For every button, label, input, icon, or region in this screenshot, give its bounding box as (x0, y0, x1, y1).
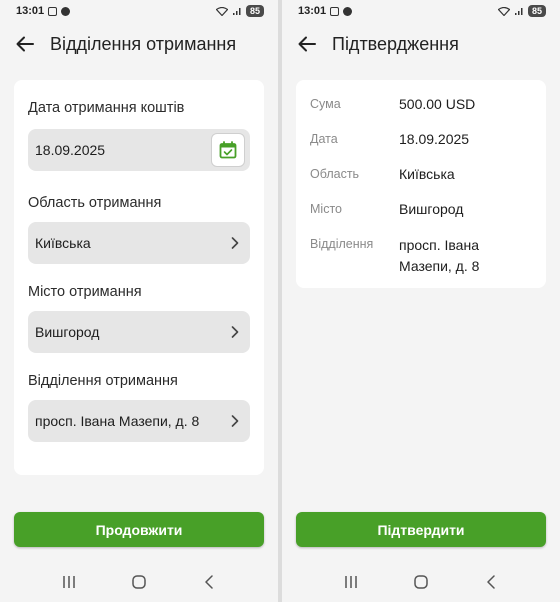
home-icon (132, 575, 146, 589)
summary-row-region: Область Київська (310, 165, 532, 183)
chevron-right-icon (228, 236, 242, 250)
confirmation-card: Сума 500.00 USD Дата 18.09.2025 Область … (296, 80, 546, 288)
branch-label: Відділення отримання (28, 373, 178, 389)
date-key: Дата (310, 132, 338, 146)
amount-key: Сума (310, 97, 341, 111)
summary-row-date: Дата 18.09.2025 (310, 130, 532, 148)
region-key: Область (310, 167, 360, 181)
wifi-icon (215, 6, 228, 16)
calendar-icon (219, 141, 237, 159)
system-nav-bar (282, 562, 560, 602)
battery-badge: 85 (245, 5, 264, 17)
city-key: Місто (310, 202, 342, 216)
back-button[interactable] (14, 33, 36, 55)
recents-icon (63, 576, 75, 588)
branch-value: просп. Івана Мазепи, д. 8 (399, 237, 480, 274)
back-arrow-icon (16, 36, 34, 52)
back-nav-button[interactable] (479, 570, 503, 594)
date-label: Дата отримання коштів (28, 100, 185, 116)
city-select[interactable]: Вишгород (28, 311, 250, 353)
status-bar: 13:01 85 (282, 0, 560, 22)
continue-button[interactable]: Продовжити (14, 512, 264, 547)
home-icon (414, 575, 428, 589)
summary-row-branch: Відділення просп. Івана Мазепи, д. 8 (310, 235, 532, 277)
recents-button[interactable] (339, 570, 363, 594)
chevron-right-icon (228, 414, 242, 428)
status-bar: 13:01 85 (0, 0, 278, 22)
back-nav-icon (205, 575, 213, 589)
branch-key: Відділення (310, 237, 374, 251)
city-group: Місто отримання Вишгород (28, 284, 250, 353)
screen-confirmation: 13:01 85 Підтвердження Сума 500.00 USD Д… (282, 0, 560, 602)
wifi-icon (497, 6, 510, 16)
status-time: 13:01 (298, 5, 327, 17)
recents-button[interactable] (57, 570, 81, 594)
date-field[interactable]: 18.09.2025 (28, 129, 250, 171)
region-select[interactable]: Київська (28, 222, 250, 264)
summary-row-city: Місто Вишгород (310, 200, 532, 218)
system-nav-bar (0, 562, 278, 602)
city-value: Вишгород (35, 324, 100, 340)
status-time: 13:01 (16, 5, 45, 17)
branch-select[interactable]: просп. Івана Мазепи, д. 8 (28, 400, 250, 442)
date-value: 18.09.2025 (35, 142, 106, 158)
summary-row-amount: Сума 500.00 USD (310, 95, 532, 113)
page-title: Підтвердження (332, 33, 459, 54)
region-group: Область отримання Київська (28, 195, 250, 264)
confirm-button[interactable]: Підтвердити (296, 512, 546, 547)
battery-badge: 85 (527, 5, 546, 17)
chevron-right-icon (228, 325, 242, 339)
back-arrow-icon (298, 36, 316, 52)
branch-value: просп. Івана Мазепи, д. 8 (35, 413, 200, 429)
notification-icon (61, 6, 71, 16)
back-nav-icon (487, 575, 495, 589)
date-value: 18.09.2025 (399, 131, 470, 147)
page-title: Відділення отримання (50, 33, 237, 54)
back-nav-button[interactable] (197, 570, 221, 594)
date-group: Дата отримання коштів 18.09.2025 (28, 100, 250, 171)
region-label: Область отримання (28, 195, 162, 211)
notification-icon (343, 6, 353, 16)
amount-value: 500.00 USD (399, 96, 476, 112)
app-bar: Підтвердження (282, 30, 560, 58)
back-button[interactable] (296, 33, 318, 55)
screenshot-icon (330, 6, 340, 16)
signal-icon (514, 7, 523, 15)
branch-form-card: Дата отримання коштів 18.09.2025 Область… (14, 80, 264, 475)
branch-group: Відділення отримання просп. Івана Мазепи… (28, 373, 250, 442)
home-button[interactable] (127, 570, 151, 594)
calendar-button[interactable] (211, 133, 245, 167)
signal-icon (232, 7, 241, 15)
home-button[interactable] (409, 570, 433, 594)
screen-branch-selection: 13:01 85 Відділення отримання Дата отрим… (0, 0, 278, 602)
app-bar: Відділення отримання (0, 30, 278, 58)
region-value: Київська (399, 166, 455, 182)
screenshot-icon (48, 6, 58, 16)
region-value: Київська (35, 235, 91, 251)
city-value: Вишгород (399, 201, 464, 217)
city-label: Місто отримання (28, 284, 142, 300)
recents-icon (345, 576, 357, 588)
